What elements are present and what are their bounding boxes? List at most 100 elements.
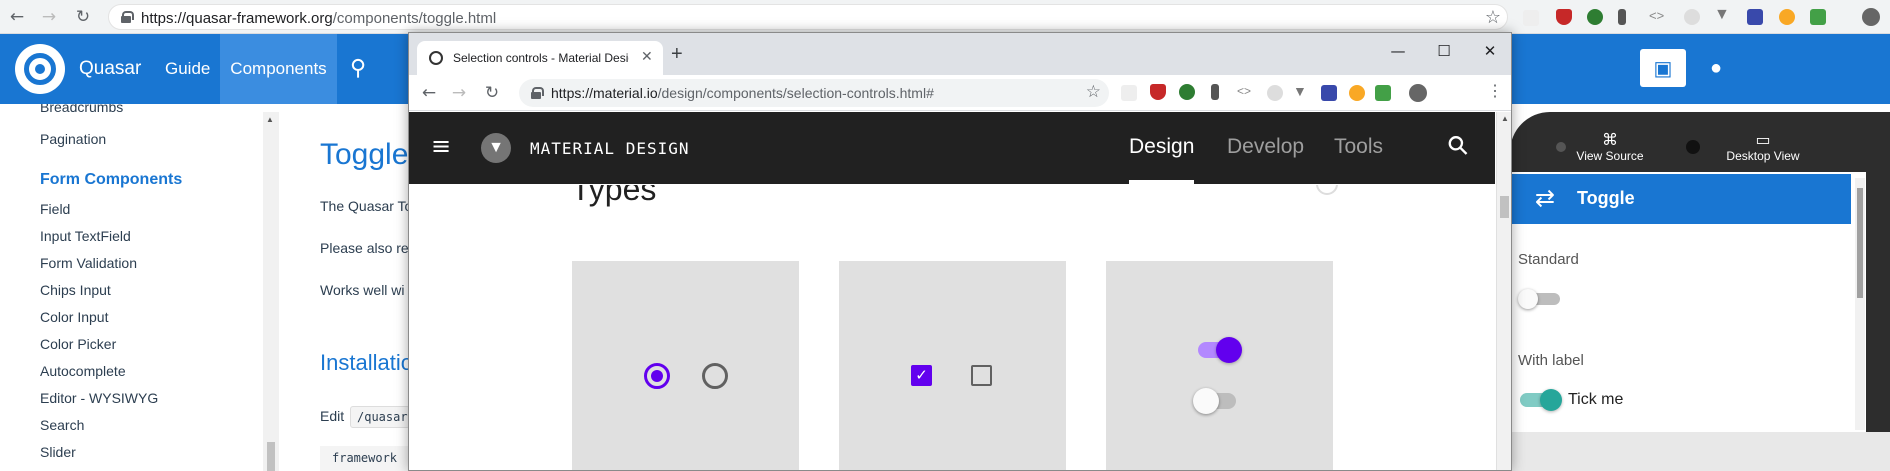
- new-tab-icon[interactable]: +: [671, 43, 683, 66]
- puzzle-icon[interactable]: [1121, 85, 1137, 101]
- section-title-wrapper: Types: [571, 185, 771, 215]
- shield-icon[interactable]: [1556, 9, 1572, 25]
- scroll-up-icon[interactable]: ▲: [266, 115, 274, 124]
- cookie-icon[interactable]: [1779, 9, 1795, 25]
- cookie-icon[interactable]: [1349, 85, 1365, 101]
- sidebar-item-form-validation[interactable]: Form Validation: [40, 255, 137, 271]
- circle-icon[interactable]: [1267, 85, 1283, 101]
- scroll-up-icon[interactable]: ▲: [1501, 114, 1509, 123]
- search-icon[interactable]: ⚲: [350, 34, 366, 104]
- sidebar-item-chips-input[interactable]: Chips Input: [40, 282, 111, 298]
- book-icon[interactable]: [1747, 9, 1763, 25]
- code-chip: /quasar: [350, 406, 410, 428]
- checkbox-unchecked[interactable]: [971, 365, 992, 386]
- v-icon[interactable]: ▼: [1714, 6, 1730, 24]
- search-icon[interactable]: ⚲: [1441, 129, 1476, 164]
- sidebar-item-color-picker[interactable]: Color Picker: [40, 336, 116, 352]
- link-icon[interactable]: [1316, 185, 1338, 195]
- v-icon[interactable]: ▼: [1293, 83, 1307, 99]
- sidebar-item-breadcrumbs[interactable]: Breadcrumbs: [40, 104, 123, 114]
- desktop-view-button[interactable]: ▭ Desktop View: [1718, 130, 1808, 163]
- hamburger-menu-icon[interactable]: ≡: [431, 132, 451, 160]
- tab-strip: Selection controls - Material Design ✕ +…: [409, 33, 1511, 75]
- avatar-icon[interactable]: [1409, 84, 1427, 102]
- address-bar[interactable]: https://material.io/design/components/se…: [519, 79, 1109, 107]
- lock-icon: [121, 11, 134, 23]
- code-icon[interactable]: <>: [1237, 84, 1251, 98]
- radio-unselected[interactable]: [702, 363, 728, 389]
- sidebar-item-editor[interactable]: Editor - WYSIWYG: [40, 390, 158, 406]
- reload-icon[interactable]: ↻: [481, 82, 503, 104]
- nav-design[interactable]: Design: [1129, 135, 1194, 159]
- nav-tools[interactable]: Tools: [1334, 135, 1383, 159]
- android-icon[interactable]: ▣: [1640, 49, 1686, 87]
- material-brand[interactable]: MATERIAL DESIGN: [530, 139, 690, 158]
- sidebar-item-autocomplete[interactable]: Autocomplete: [40, 363, 126, 379]
- foreground-browser-toolbar: ← → ↻ https://material.io/design/compone…: [409, 75, 1511, 111]
- swap-icon: ⇄: [1535, 184, 1556, 212]
- material-logo-icon[interactable]: ▼: [481, 133, 511, 163]
- sidebar-scrollbar[interactable]: ▲: [263, 112, 279, 471]
- sidebar-item-input-textfield[interactable]: Input TextField: [40, 228, 131, 244]
- sidebar-item-slider[interactable]: Slider: [40, 444, 76, 460]
- puzzle-icon[interactable]: [1523, 10, 1539, 26]
- maximize-icon[interactable]: ☐: [1421, 35, 1467, 67]
- avatar-icon[interactable]: [1862, 8, 1880, 26]
- see-also-paragraph: Please also re: [320, 240, 409, 256]
- tab-selection-controls[interactable]: Selection controls - Material Design ✕: [417, 41, 663, 75]
- leaf-icon[interactable]: [1587, 9, 1603, 25]
- code-block: framework: [320, 446, 410, 471]
- sidebar-item-search[interactable]: Search: [40, 417, 84, 433]
- forward-icon[interactable]: →: [38, 6, 60, 28]
- star-icon[interactable]: ☆: [1086, 82, 1101, 102]
- radio-selected[interactable]: [644, 363, 670, 389]
- device-scrollbar[interactable]: [1855, 178, 1865, 430]
- page-scrollbar[interactable]: ▲: [1496, 112, 1511, 470]
- book-icon[interactable]: [1321, 85, 1337, 101]
- nav-guide[interactable]: Guide: [165, 34, 210, 104]
- material-favicon: [429, 51, 443, 65]
- code-icon[interactable]: <>: [1649, 8, 1664, 23]
- minimize-icon[interactable]: —: [1375, 35, 1421, 67]
- url-text: https://quasar-framework.org/components/…: [141, 10, 497, 27]
- standard-label: Standard: [1518, 251, 1579, 268]
- forward-icon[interactable]: →: [448, 82, 470, 104]
- sidebar-item-field[interactable]: Field: [40, 201, 70, 217]
- check-icon[interactable]: [1375, 85, 1391, 101]
- dropper-icon[interactable]: [1211, 84, 1219, 100]
- lock-icon: [531, 87, 544, 99]
- nav-develop[interactable]: Develop: [1227, 135, 1304, 159]
- switch-card: [1106, 261, 1333, 470]
- leaf-icon[interactable]: [1179, 84, 1195, 100]
- material-nav-bar: ≡ ▼ MATERIAL DESIGN Design Develop Tools…: [409, 112, 1495, 184]
- sidebar-item-color-input[interactable]: Color Input: [40, 309, 108, 325]
- nav-components[interactable]: Components: [220, 34, 337, 104]
- works-well-paragraph: Works well wi: [320, 282, 405, 298]
- checkbox-checked[interactable]: ✓: [911, 365, 932, 386]
- tab-close-icon[interactable]: ✕: [641, 48, 653, 65]
- radio-button-card: [572, 261, 799, 470]
- back-icon[interactable]: ←: [418, 82, 440, 104]
- shield-icon[interactable]: [1150, 84, 1166, 100]
- installation-heading: Installatio: [320, 350, 413, 375]
- dropper-icon[interactable]: [1618, 9, 1626, 25]
- code-file-icon: ⌘: [1602, 130, 1618, 149]
- reload-icon[interactable]: ↻: [72, 6, 94, 28]
- address-bar[interactable]: https://quasar-framework.org/components/…: [108, 4, 1508, 30]
- star-icon[interactable]: ☆: [1485, 7, 1501, 28]
- checkbox-card: ✓: [839, 261, 1066, 470]
- device-app-bar: ⇄ Toggle: [1511, 174, 1851, 224]
- sidebar-item-pagination[interactable]: Pagination: [40, 131, 106, 147]
- check-icon[interactable]: [1810, 9, 1826, 25]
- brand-name[interactable]: Quasar: [79, 34, 141, 104]
- back-icon[interactable]: ←: [6, 6, 28, 28]
- circle-icon[interactable]: [1684, 9, 1700, 25]
- menu-dots-icon[interactable]: ⋮: [1487, 81, 1503, 101]
- device-footer: [1510, 432, 1890, 471]
- apple-icon[interactable]: ●: [1693, 49, 1739, 87]
- with-label-heading: With label: [1518, 352, 1584, 369]
- view-source-button[interactable]: ⌘ View Source: [1570, 130, 1650, 163]
- close-icon[interactable]: ✕: [1467, 35, 1511, 67]
- quasar-logo[interactable]: [15, 44, 65, 94]
- sidebar-section-form-components: Form Components: [40, 171, 183, 188]
